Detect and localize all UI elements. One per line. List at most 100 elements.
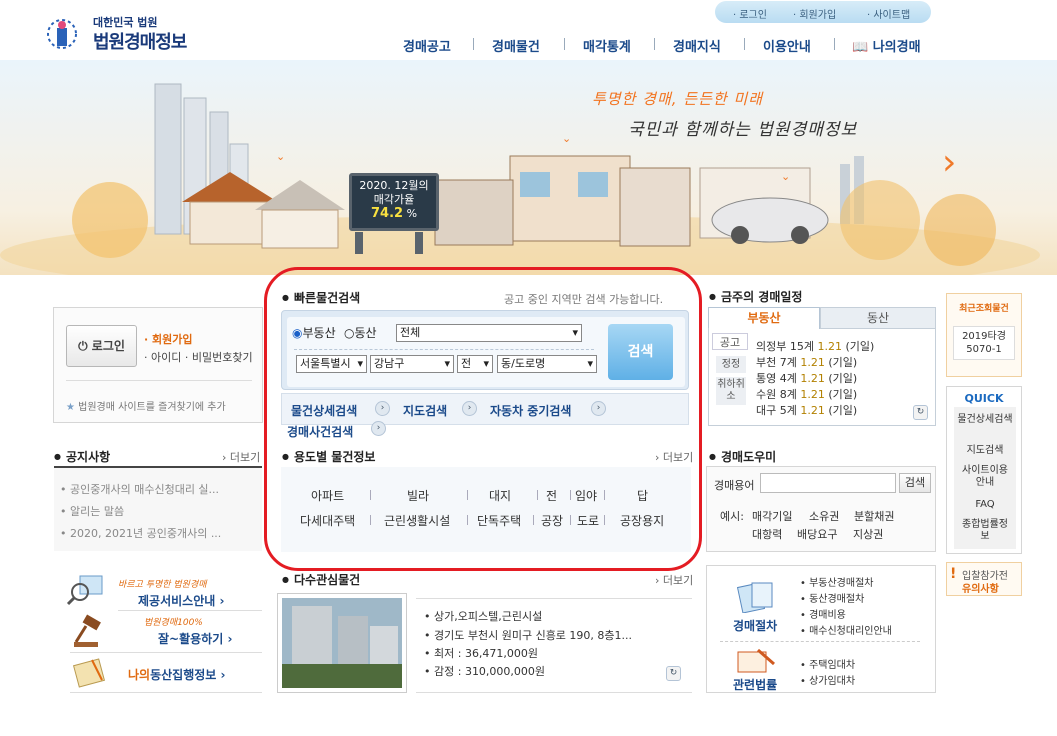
dict-term[interactable]: 분할채권	[854, 508, 894, 524]
dict-term[interactable]: 지상권	[853, 526, 883, 542]
interest-item-address[interactable]: • 경기도 부천시 원미구 신흥로 190, 8층1...	[424, 627, 632, 643]
nav-guide[interactable]: 이용안내	[763, 36, 811, 55]
land-type-select[interactable]: 전	[457, 355, 493, 373]
schedule-row[interactable]: 부천 7계 1.21 (기일)	[756, 354, 857, 370]
usage-land[interactable]: 대지	[489, 487, 511, 504]
chevron-right-icon[interactable]: ›	[462, 401, 477, 416]
top-link-join[interactable]: · 회원가입	[793, 6, 836, 21]
notice-item[interactable]: • 공인중개사의 매수신청대리 실...	[60, 481, 219, 497]
usage-more-link[interactable]: › 더보기	[655, 449, 693, 465]
quick-detail-search[interactable]: 물건상세검색	[954, 414, 1016, 426]
join-link[interactable]: · 회원가입	[144, 331, 193, 347]
law-title[interactable]: 관련법률	[733, 676, 777, 693]
usage-neighborhood-facility[interactable]: 근린생활시설	[384, 512, 450, 529]
tab-movable[interactable]: 동산	[820, 307, 936, 329]
procedure-item[interactable]: • 매수신청대리인안내	[800, 622, 892, 637]
schedule-row[interactable]: 통영 4계 1.21 (기일)	[756, 370, 857, 386]
search-button[interactable]: 검색	[608, 324, 673, 380]
procedure-title[interactable]: 경매절차	[733, 617, 777, 634]
banner-next-arrow-icon[interactable]: ›	[942, 142, 956, 183]
usage-detached-house[interactable]: 단독주택	[477, 512, 521, 529]
banner-slogan-2: 국민과 함께하는 법원경매정보	[628, 120, 858, 140]
detail-search-link[interactable]: 물건상세검색	[291, 402, 357, 419]
top-link-sitemap[interactable]: · 사이트맵	[867, 6, 910, 21]
notice-item[interactable]: • 2020, 2021년 공인중개사의 ...	[60, 525, 221, 541]
sigungu-select[interactable]: 강남구	[370, 355, 454, 373]
recent-item[interactable]: 2019타경 5070-1	[953, 326, 1015, 360]
document-icon	[70, 656, 110, 690]
star-icon: ★	[66, 402, 75, 413]
side-withdraw[interactable]: 취하취소	[716, 377, 746, 405]
law-item[interactable]: • 주택임대차	[800, 656, 855, 671]
sale-rate-value: 74.2	[370, 206, 404, 221]
vehicle-search-link[interactable]: 자동차 중기검색	[490, 402, 571, 419]
utilize-link[interactable]: 잘~활용하기 ›	[158, 630, 232, 647]
logo-title[interactable]: 법원경매정보	[93, 28, 187, 54]
chevron-down-icon: ⌄	[562, 132, 572, 145]
usage-field[interactable]: 전	[546, 487, 557, 504]
sido-select[interactable]: 서울특별시	[296, 355, 367, 373]
court-emblem-icon[interactable]	[44, 14, 80, 52]
nav-auction-knowledge[interactable]: 경매지식	[673, 36, 721, 55]
usage-paddy[interactable]: 답	[637, 487, 648, 504]
quick-site-guide[interactable]: 사이트이용안내	[958, 465, 1012, 489]
refresh-icon[interactable]: ↻	[666, 666, 681, 681]
side-correction[interactable]: 정정	[716, 356, 746, 373]
usage-villa[interactable]: 빌라	[407, 487, 429, 504]
usage-factory[interactable]: 공장	[541, 512, 563, 529]
quick-map-search[interactable]: 지도검색	[954, 445, 1016, 457]
promo-1-tagline: 바르고 투명한 법원경매	[118, 580, 207, 590]
dict-term[interactable]: 매각기일	[752, 508, 792, 524]
quick-search-note: 공고 중인 지역만 검색 가능합니다.	[504, 293, 664, 306]
law-item[interactable]: • 상가임대차	[800, 672, 855, 687]
quick-legal-info[interactable]: 종합법률정보	[962, 519, 1008, 543]
dict-term[interactable]: 대항력	[752, 526, 782, 542]
usage-apartment[interactable]: 아파트	[311, 487, 344, 504]
my-movable-execution-link[interactable]: 나의동산집행정보 ›	[128, 666, 225, 683]
side-notice[interactable]: 공고	[712, 333, 748, 350]
item-type-select[interactable]: 전체	[396, 324, 582, 342]
usage-factory-site[interactable]: 공장용지	[620, 512, 664, 529]
dict-search-button[interactable]: 검색	[899, 473, 931, 493]
interest-more-link[interactable]: › 더보기	[655, 572, 693, 588]
schedule-row[interactable]: 의정부 15계 1.21 (기일)	[756, 338, 874, 354]
radio-movable[interactable]: ○동산	[344, 324, 377, 341]
dict-term[interactable]: 소유권	[809, 508, 839, 524]
procedure-item[interactable]: • 경매비용	[800, 606, 846, 621]
nav-auction-notice[interactable]: 경매공고	[403, 36, 451, 55]
top-link-login[interactable]: · 로그인	[733, 6, 767, 21]
notice-item[interactable]: • 알리는 말씀	[60, 503, 124, 519]
chevron-right-icon[interactable]: ›	[591, 401, 606, 416]
service-info-link[interactable]: 제공서비스안내 ›	[138, 592, 224, 609]
tab-real-estate[interactable]: 부동산	[708, 307, 820, 329]
nav-auction-items[interactable]: 경매물건	[492, 36, 540, 55]
usage-forest[interactable]: 임야	[575, 487, 597, 504]
nav-my-auction[interactable]: 📖 나의경매	[852, 36, 921, 55]
refresh-icon[interactable]: ↻	[913, 405, 928, 420]
notice-more-link[interactable]: › 더보기	[222, 449, 260, 465]
interest-item-type[interactable]: • 상가,오피스텔,근린시설	[424, 608, 542, 624]
schedule-row[interactable]: 대구 5계 1.21 (기일)	[756, 402, 857, 418]
nav-sale-stats[interactable]: 매각통계	[583, 36, 631, 55]
add-favorite-link[interactable]: ★ 법원경매 사이트를 즐겨찾기에 추가	[66, 398, 226, 413]
dong-road-select[interactable]: 동/도로명	[497, 355, 597, 373]
interest-item-photo[interactable]	[277, 593, 407, 693]
radio-real-estate[interactable]: ◉부동산	[292, 324, 336, 341]
login-button[interactable]: ⏻ 로그인	[66, 325, 137, 367]
usage-multi-family[interactable]: 다세대주택	[300, 512, 355, 529]
usage-title: 용도별 물건정보	[282, 448, 375, 465]
dict-search-input[interactable]	[760, 473, 896, 493]
top-links-bar: · 로그인 · 회원가입 · 사이트맵	[715, 1, 931, 23]
find-id-pw-link[interactable]: · 아이디 · 비밀번호찾기	[144, 349, 253, 365]
dict-term[interactable]: 배당요구	[797, 526, 837, 542]
procedure-item[interactable]: • 부동산경매절차	[800, 574, 873, 589]
usage-road[interactable]: 도로	[577, 512, 599, 529]
case-search-link[interactable]: 경매사건검색	[287, 423, 353, 440]
map-search-link[interactable]: 지도검색	[403, 402, 447, 419]
chevron-right-icon[interactable]: ›	[371, 421, 386, 436]
procedure-item[interactable]: • 동산경매절차	[800, 590, 864, 605]
quick-faq[interactable]: FAQ	[954, 499, 1016, 511]
chevron-right-icon[interactable]: ›	[375, 401, 390, 416]
notice-title: 공지사항	[54, 448, 110, 465]
schedule-row[interactable]: 수원 8계 1.21 (기일)	[756, 386, 857, 402]
